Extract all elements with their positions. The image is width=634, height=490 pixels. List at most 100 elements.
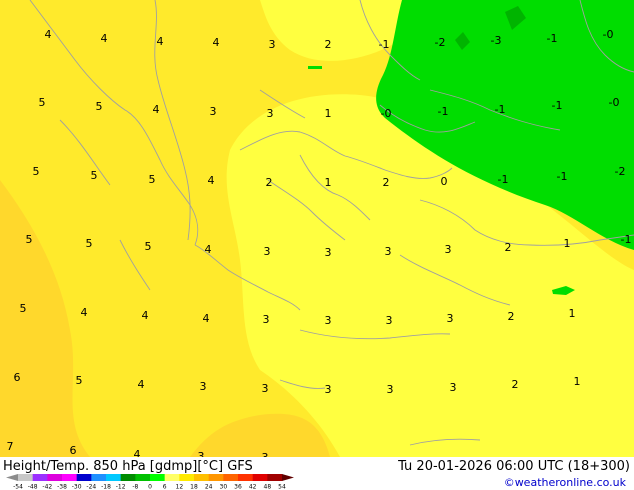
value-label: 3	[325, 246, 332, 259]
map-frame: 4 4 4 4 3 2 -1 -2 -3 -1 -0 5 5 4 3 3 1 -0 -1 -1 -1 -0 5 5 5 4 2 1 2 0…	[0, 0, 634, 490]
legend-swatch	[120, 474, 136, 481]
legend-swatch	[267, 474, 283, 481]
value-label: 4	[153, 103, 160, 116]
legend-tick-label: 42	[249, 484, 257, 490]
value-label: 2	[512, 378, 519, 391]
value-label: 1	[574, 375, 581, 388]
value-label: 4	[134, 448, 141, 457]
value-label: 3	[262, 382, 269, 395]
legend-swatch	[164, 474, 180, 481]
legend-tick-label: 12	[176, 484, 184, 490]
legend-swatch	[208, 474, 224, 481]
legend-swatch	[47, 474, 63, 481]
value-label: -2	[615, 165, 626, 178]
value-label: 2	[266, 176, 273, 189]
value-label: 3	[200, 380, 207, 393]
value-label: 1	[564, 237, 571, 250]
value-label: 1	[325, 176, 332, 189]
value-label: 4	[81, 306, 88, 319]
value-label: 4	[205, 243, 212, 256]
legend-arrow-right	[282, 474, 294, 481]
value-label: 2	[508, 310, 515, 323]
value-label: -1	[547, 32, 558, 45]
value-label: 4	[138, 378, 145, 391]
legend-tick-label: 18	[190, 484, 198, 490]
value-label: 3	[445, 243, 452, 256]
value-label: -0	[381, 107, 392, 120]
value-label: -1	[498, 173, 509, 186]
value-label: -1	[438, 105, 449, 118]
legend-tick-label: 54	[278, 484, 286, 490]
legend-tick-label: -54	[13, 484, 23, 490]
value-label: 0	[441, 175, 448, 188]
legend-ticks: -54 -48 -42 -38 -30 -24 -18 -12 -8 0 6 12 18 24 30 36 42…	[13, 484, 286, 490]
valid-time: Tu 20-01-2026 06:00 UTC (18+300)	[398, 459, 630, 474]
below-zero-fleck	[308, 66, 322, 69]
legend-tick-label: 24	[205, 484, 213, 490]
value-label: 4	[213, 36, 220, 49]
value-label: -1	[557, 170, 568, 183]
value-label: 2	[505, 241, 512, 254]
legend-swatch	[91, 474, 107, 481]
value-label: 3	[386, 314, 393, 327]
value-label: 5	[76, 374, 83, 387]
value-label: 7	[7, 440, 14, 453]
legend-swatch	[150, 474, 165, 481]
legend-swatch	[76, 474, 92, 481]
legend-swatch	[194, 474, 209, 481]
value-label: -1	[552, 99, 563, 112]
value-label: 3	[447, 312, 454, 325]
value-label: 5	[86, 237, 93, 250]
value-label: 5	[39, 96, 46, 109]
value-label: 3	[325, 383, 332, 396]
value-label: 6	[14, 371, 21, 384]
legend-tick-label: 48	[264, 484, 272, 490]
value-label: -3	[491, 34, 502, 47]
value-label: 5	[91, 169, 98, 182]
legend-arrow-left	[6, 474, 18, 481]
value-label: 5	[96, 100, 103, 113]
value-label: 3	[325, 314, 332, 327]
legend-tick-label: -30	[72, 484, 82, 490]
legend-swatches	[6, 474, 294, 481]
legend-tick-label: -24	[86, 484, 96, 490]
legend-swatch	[179, 474, 195, 481]
value-label: 4	[45, 28, 52, 41]
value-label: 3	[450, 381, 457, 394]
value-label: 5	[149, 173, 156, 186]
legend-tick-label: -12	[116, 484, 126, 490]
color-legend: -54 -48 -42 -38 -30 -24 -18 -12 -8 0 6 12 18 24 30 36 42…	[6, 474, 294, 490]
value-label: 1	[569, 307, 576, 320]
legend-swatch	[32, 474, 48, 481]
value-label: -1	[379, 38, 390, 51]
legend-tick-label: -48	[28, 484, 38, 490]
legend-tick-label: -42	[42, 484, 52, 490]
value-label: 3	[264, 245, 271, 258]
value-label: 3	[385, 245, 392, 258]
value-label: -1	[621, 233, 632, 246]
legend-tick-label: 36	[234, 484, 242, 490]
legend-tick-label: -38	[57, 484, 67, 490]
legend-swatch	[18, 474, 33, 481]
value-label: 5	[20, 302, 27, 315]
credit-link[interactable]: ©weatheronline.co.uk	[504, 476, 626, 489]
legend-swatch	[252, 474, 268, 481]
value-label: -1	[495, 103, 506, 116]
value-label: 3	[387, 383, 394, 396]
footer-bar: Height/Temp. 850 hPa [gdmp][°C] GFS Tu 2…	[0, 457, 634, 490]
value-label: 3	[267, 107, 274, 120]
value-label: 3	[210, 105, 217, 118]
weather-map[interactable]: 4 4 4 4 3 2 -1 -2 -3 -1 -0 5 5 4 3 3 1 -0 -1 -1 -1 -0 5 5 5 4 2 1 2 0…	[0, 0, 634, 457]
legend-tick-label: -18	[101, 484, 111, 490]
value-label: 3	[263, 313, 270, 326]
legend-swatch	[223, 474, 239, 481]
legend-tick-label: 6	[163, 484, 167, 490]
value-label: 1	[325, 107, 332, 120]
value-label: 6	[70, 444, 77, 457]
value-label: 3	[198, 450, 205, 457]
value-label: 4	[142, 309, 149, 322]
legend-swatch	[135, 474, 151, 481]
legend-tick-label: 0	[148, 484, 152, 490]
legend-tick-label: 30	[220, 484, 228, 490]
value-label: 5	[26, 233, 33, 246]
